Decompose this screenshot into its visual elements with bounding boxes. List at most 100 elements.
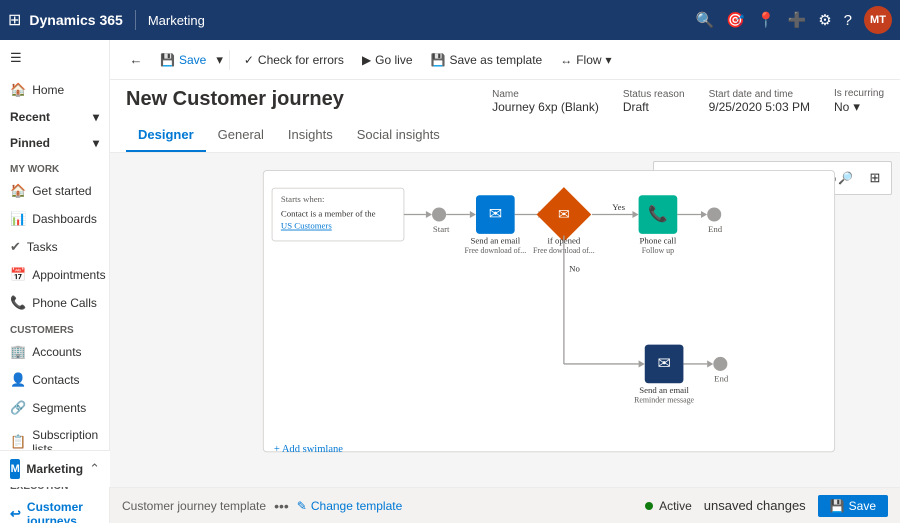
undo-icon[interactable]: ↩ (656, 164, 684, 192)
canvas-area: ↩ ↪ ⛶ ⧉ 🔍 100% 🔎 ⊞ Starts when: Contact … (110, 153, 900, 487)
check-errors-label: Check for errors (258, 53, 344, 67)
module-logo: M (10, 459, 20, 479)
sidebar: ☰ 🏠 Home Recent ▾ Pinned ▾ My Work 🏠 Get… (0, 40, 110, 523)
svg-text:Send an email: Send an email (470, 236, 520, 246)
module-name: Marketing (148, 13, 205, 28)
save-label: Save (179, 53, 206, 67)
fit-icon[interactable]: ⛶ (720, 164, 748, 192)
change-template-icon: ✎ (297, 499, 307, 513)
sidebar-item-accounts[interactable]: 🏢 Accounts (0, 338, 109, 366)
svg-text:Send an email: Send an email (639, 385, 689, 395)
sidebar-item-tasks[interactable]: ✔ Tasks (0, 233, 109, 261)
meta-name: Name Journey 6xp (Blank) (492, 89, 599, 114)
meta-status-value: Draft (623, 100, 685, 114)
sidebar-hamburger[interactable]: ☰ (0, 40, 109, 76)
sidebar-item-get-started[interactable]: 🏠 Get started (0, 177, 109, 205)
back-button[interactable]: ← (122, 46, 150, 74)
svg-text:US Customers: US Customers (281, 221, 332, 231)
page-meta: Name Journey 6xp (Blank) Status reason D… (492, 88, 884, 115)
sidebar-home-label: Home (32, 83, 64, 97)
chevron-down-icon: ▾ (853, 99, 860, 115)
avatar[interactable]: MT (864, 6, 892, 34)
phone-icon: 📞 (10, 295, 26, 311)
meta-date-label: Start date and time (709, 89, 810, 100)
module-bottom-label: Marketing (26, 462, 83, 476)
sidebar-item-phone-calls[interactable]: 📞 Phone Calls (0, 289, 109, 317)
tab-insights[interactable]: Insights (276, 119, 345, 152)
search-icon[interactable]: 🔍 (695, 11, 714, 29)
tab-general[interactable]: General (206, 119, 276, 152)
meta-status: Status reason Draft (623, 89, 685, 114)
expand-icon[interactable]: ⧉ (752, 164, 780, 192)
footer-save-button[interactable]: 💾 Save (818, 495, 888, 517)
meta-date: Start date and time 9/25/2020 5:03 PM (709, 89, 810, 114)
meta-status-label: Status reason (623, 89, 685, 100)
sidebar-item-dashboards[interactable]: 📊 Dashboards (0, 205, 109, 233)
svg-text:📞: 📞 (648, 203, 668, 223)
layout: ☰ 🏠 Home Recent ▾ Pinned ▾ My Work 🏠 Get… (0, 40, 900, 523)
zoom-out-icon[interactable]: 🔍 (788, 171, 803, 185)
grid-icon[interactable]: ⊞ (8, 10, 21, 30)
footer-template-label: Customer journey template (122, 499, 266, 513)
sidebar-item-pinned[interactable]: Pinned ▾ (0, 130, 109, 156)
flow-button[interactable]: ↔ Flow ▾ (552, 49, 619, 71)
check-errors-icon: ✓ (244, 53, 254, 67)
footer-left: Customer journey template ••• ✎ Change t… (122, 498, 402, 514)
sidebar-item-segments[interactable]: 🔗 Segments (0, 394, 109, 422)
sidebar-item-appointments[interactable]: 📅 Appointments (0, 261, 109, 289)
subscription-icon: 📋 (10, 434, 26, 450)
change-template-button[interactable]: ✎ Change template (297, 499, 402, 513)
save-button[interactable]: 💾 Save (152, 49, 214, 71)
save-template-button[interactable]: 💾 Save as template (423, 49, 551, 71)
back-icon: ← (130, 52, 143, 67)
flow-dropdown-icon: ▾ (606, 53, 612, 67)
tasks-icon: ✔ (10, 239, 21, 255)
app-name: Dynamics 365 (29, 12, 122, 28)
footer-save-label: Save (849, 499, 876, 513)
svg-text:+ Add swimlane: + Add swimlane (274, 444, 343, 455)
sidebar-label: Customer journeys (27, 500, 99, 523)
change-template-label: Change template (311, 499, 402, 513)
location-icon[interactable]: 📍 (757, 11, 776, 29)
settings-icon[interactable]: ⚙ (818, 11, 831, 29)
sidebar-label: Segments (32, 401, 86, 415)
sidebar-item-recent[interactable]: Recent ▾ (0, 104, 109, 130)
svg-text:Follow up: Follow up (642, 246, 674, 255)
footer-right: Active unsaved changes 💾 Save (645, 495, 888, 517)
sidebar-item-home[interactable]: 🏠 Home (0, 76, 109, 104)
meta-recurring-value: No (834, 100, 849, 114)
svg-text:End: End (708, 224, 723, 234)
grid-view-icon[interactable]: ⊞ (861, 164, 889, 192)
footer-dots[interactable]: ••• (274, 498, 289, 514)
add-icon[interactable]: ➕ (788, 11, 807, 29)
appointments-icon: 📅 (10, 267, 26, 283)
svg-text:Free download of...: Free download of... (533, 246, 595, 255)
meta-date-value: 9/25/2020 5:03 PM (709, 100, 810, 114)
save-template-icon: 💾 (431, 53, 446, 67)
tabs: Designer General Insights Social insight… (126, 119, 884, 152)
check-errors-button[interactable]: ✓ Check for errors (236, 49, 352, 71)
sidebar-item-customer-journeys[interactable]: ↩ Customer journeys (0, 494, 109, 523)
tab-social-insights[interactable]: Social insights (345, 119, 452, 152)
page-title: New Customer journey (126, 88, 344, 111)
svg-text:✉: ✉ (489, 206, 502, 223)
help-icon[interactable]: ? (844, 12, 852, 29)
tab-designer[interactable]: Designer (126, 119, 206, 152)
zoom-in-icon[interactable]: 🔎 (838, 171, 853, 185)
save-template-label: Save as template (449, 53, 542, 67)
target-icon[interactable]: 🎯 (726, 11, 745, 29)
save-dropdown[interactable]: ▾ (216, 50, 223, 70)
meta-recurring-dropdown[interactable]: No ▾ (834, 99, 884, 115)
sidebar-item-contacts[interactable]: 👤 Contacts (0, 366, 109, 394)
module-expand-icon[interactable]: ⌃ (89, 461, 100, 477)
zoom-level: 🔍 100% 🔎 (784, 164, 857, 192)
toolbar: ← 💾 Save ▾ ✓ Check for errors ▶ Go live … (110, 40, 900, 80)
go-live-label: Go live (375, 53, 412, 67)
contacts-icon: 👤 (10, 372, 26, 388)
accounts-icon: 🏢 (10, 344, 26, 360)
chevron-down-icon: ▾ (93, 136, 99, 150)
redo-icon[interactable]: ↪ (688, 164, 716, 192)
go-live-icon: ▶ (362, 53, 371, 67)
go-live-button[interactable]: ▶ Go live (354, 49, 421, 71)
save-icon: 💾 (160, 53, 175, 67)
